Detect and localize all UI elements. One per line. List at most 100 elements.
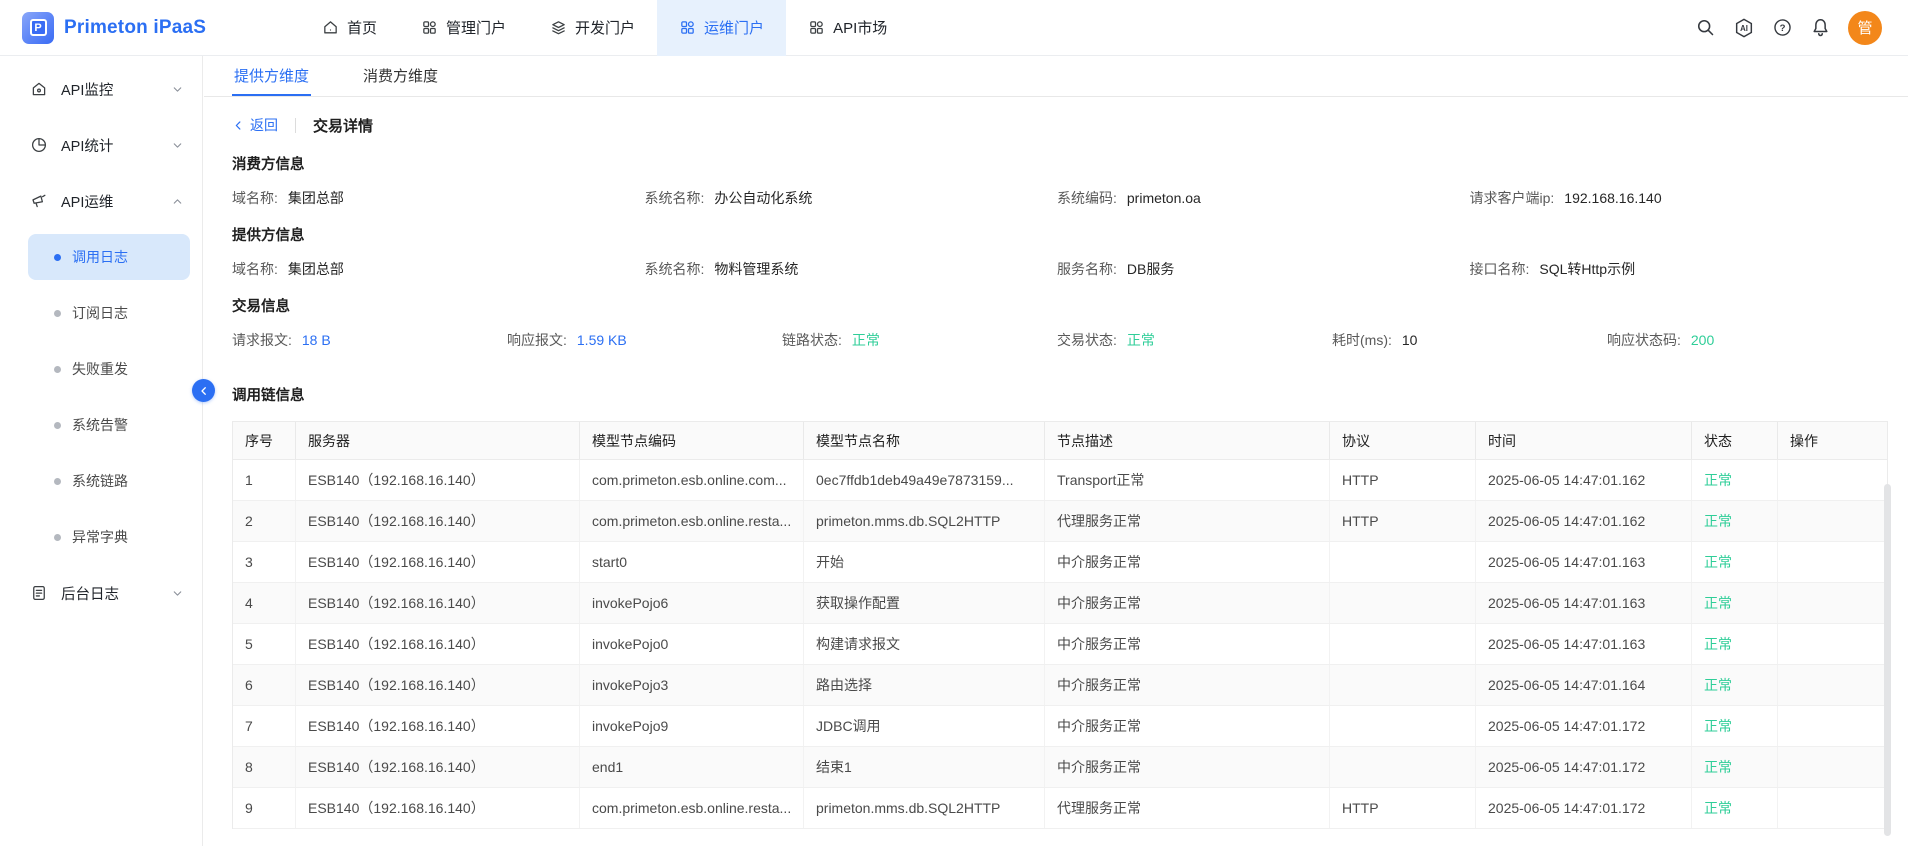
field-transaction-status: 交易状态:正常 — [1057, 330, 1332, 350]
column-header: 模型节点名称 — [804, 422, 1045, 459]
table-cell: HTTP — [1330, 788, 1476, 828]
sidebar-item-call-log[interactable]: 调用日志 — [28, 234, 190, 280]
topbar-actions: AI ? 管 — [1695, 11, 1908, 45]
transaction-fields: 请求报文:18 B 响应报文:1.59 KB 链路状态:正常 交易状态:正常 耗… — [232, 330, 1882, 350]
tab-label: 提供方维度 — [234, 65, 309, 86]
field-domain-name: 域名称:集团总部 — [232, 188, 645, 208]
nav-item-home[interactable]: 首页 — [300, 0, 399, 56]
sidebar-item-api-ops[interactable]: API运维 — [0, 178, 202, 224]
table-row: 3ESB140（192.168.16.140）start0开始中介服务正常202… — [233, 542, 1887, 583]
nav-item-ops-portal[interactable]: 运维门户 — [657, 0, 786, 56]
back-button[interactable]: 返回 — [232, 115, 278, 135]
table-cell: 2025-06-05 14:47:01.164 — [1476, 665, 1692, 705]
table-cell: JDBC调用 — [804, 706, 1045, 746]
table-cell: ESB140（192.168.16.140） — [296, 788, 580, 828]
status-badge: 正常 — [1692, 460, 1778, 500]
table-cell — [1330, 624, 1476, 664]
table-row: 9ESB140（192.168.16.140）com.primeton.esb.… — [233, 788, 1887, 829]
column-header: 序号 — [233, 422, 296, 459]
sidebar-item-system-alert[interactable]: 系统告警 — [28, 402, 190, 448]
table-cell: ESB140（192.168.16.140） — [296, 460, 580, 500]
sidebar-item-backend-log[interactable]: 后台日志 — [0, 570, 202, 616]
table-cell — [1778, 747, 1889, 787]
breadcrumb: 返回 交易详情 — [232, 113, 1908, 137]
provider-fields: 域名称:集团总部 系统名称:物料管理系统 服务名称:DB服务 接口名称:SQL转… — [232, 259, 1882, 279]
request-payload-link[interactable]: 18 B — [302, 332, 331, 348]
table-cell: 中介服务正常 — [1045, 624, 1330, 664]
table-row: 6ESB140（192.168.16.140）invokePojo3路由选择中介… — [233, 665, 1887, 706]
collapse-panel-button[interactable] — [192, 379, 215, 402]
table-cell: 5 — [233, 624, 296, 664]
call-chain-table: 序号服务器模型节点编码模型节点名称节点描述协议时间状态操作 1ESB140（19… — [232, 421, 1888, 829]
status-badge: 正常 — [1692, 665, 1778, 705]
field-system-name: 系统名称:办公自动化系统 — [645, 188, 1058, 208]
table-cell: invokePojo9 — [580, 706, 804, 746]
logo-letter: P — [30, 19, 47, 36]
field-response-status-code: 响应状态码:200 — [1607, 330, 1882, 350]
grid-icon — [679, 19, 696, 36]
column-header: 协议 — [1330, 422, 1476, 459]
column-header: 操作 — [1778, 422, 1889, 459]
page-title: 交易详情 — [313, 115, 373, 136]
nav-item-api-market[interactable]: API市场 — [786, 0, 909, 56]
divider — [295, 118, 296, 133]
nav-item-label: 首页 — [347, 17, 377, 38]
table-cell: 8 — [233, 747, 296, 787]
bullet-dot-icon — [54, 366, 61, 373]
response-payload-link[interactable]: 1.59 KB — [577, 332, 627, 348]
back-label: 返回 — [250, 115, 278, 135]
search-icon[interactable] — [1695, 17, 1716, 38]
table-cell: Transport正常 — [1045, 460, 1330, 500]
table-cell: 3 — [233, 542, 296, 582]
chain-table-body: 1ESB140（192.168.16.140）com.primeton.esb.… — [233, 460, 1887, 829]
avatar[interactable]: 管 — [1848, 11, 1882, 45]
table-cell — [1778, 624, 1889, 664]
status-badge: 正常 — [1692, 501, 1778, 541]
table-cell: com.primeton.esb.online.com... — [580, 460, 804, 500]
nav-item-dev-portal[interactable]: 开发门户 — [528, 0, 657, 56]
help-icon[interactable]: ? — [1772, 17, 1793, 38]
layers-icon — [550, 19, 567, 36]
column-header: 节点描述 — [1045, 422, 1330, 459]
table-cell: 4 — [233, 583, 296, 623]
table-cell: 9 — [233, 788, 296, 828]
sidebar-item-failure-retry[interactable]: 失败重发 — [28, 346, 190, 392]
tab-consumer-dimension[interactable]: 消费方维度 — [361, 56, 440, 96]
chevron-down-icon — [171, 139, 184, 152]
table-cell: ESB140（192.168.16.140） — [296, 706, 580, 746]
sidebar-item-label: API统计 — [61, 135, 171, 156]
sidebar-item-system-trace[interactable]: 系统链路 — [28, 458, 190, 504]
table-cell: 路由选择 — [804, 665, 1045, 705]
table-row: 4ESB140（192.168.16.140）invokePojo6获取操作配置… — [233, 583, 1887, 624]
field-response-payload: 响应报文:1.59 KB — [507, 330, 782, 350]
pie-chart-icon — [30, 136, 48, 154]
table-row: 5ESB140（192.168.16.140）invokePojo0构建请求报文… — [233, 624, 1887, 665]
sidebar-item-exception-dictionary[interactable]: 异常字典 — [28, 514, 190, 560]
table-scrollbar[interactable] — [1884, 484, 1891, 836]
sidebar-item-label: API监控 — [61, 79, 171, 100]
grid-icon — [421, 19, 438, 36]
sidebar-item-subscription-log[interactable]: 订阅日志 — [28, 290, 190, 336]
tab-provider-dimension[interactable]: 提供方维度 — [232, 56, 311, 96]
sidebar-item-api-monitor[interactable]: API监控 — [0, 66, 202, 112]
tab-label: 消费方维度 — [363, 65, 438, 86]
table-cell: 开始 — [804, 542, 1045, 582]
table-cell: ESB140（192.168.16.140） — [296, 542, 580, 582]
sidebar-item-label: 后台日志 — [61, 583, 171, 604]
status-badge: 正常 — [1692, 583, 1778, 623]
field-domain-name: 域名称:集团总部 — [232, 259, 645, 279]
bullet-dot-icon — [54, 254, 61, 261]
sidebar-item-label: API运维 — [61, 191, 171, 212]
table-cell: primeton.mms.db.SQL2HTTP — [804, 788, 1045, 828]
table-cell — [1330, 583, 1476, 623]
ai-assistant-icon[interactable]: AI — [1733, 17, 1755, 39]
field-system-name: 系统名称:物料管理系统 — [645, 259, 1058, 279]
sidebar: API监控 API统计 API运维 调用日志 订阅日志 失败重发 — [0, 56, 203, 846]
main-nav: 首页 管理门户 开发门户 运维门户 API市场 — [300, 0, 909, 56]
table-cell: 中介服务正常 — [1045, 665, 1330, 705]
bell-icon[interactable] — [1810, 17, 1831, 38]
nav-item-admin-portal[interactable]: 管理门户 — [399, 0, 528, 56]
sidebar-item-api-statistics[interactable]: API统计 — [0, 122, 202, 168]
table-cell — [1778, 665, 1889, 705]
column-header: 时间 — [1476, 422, 1692, 459]
